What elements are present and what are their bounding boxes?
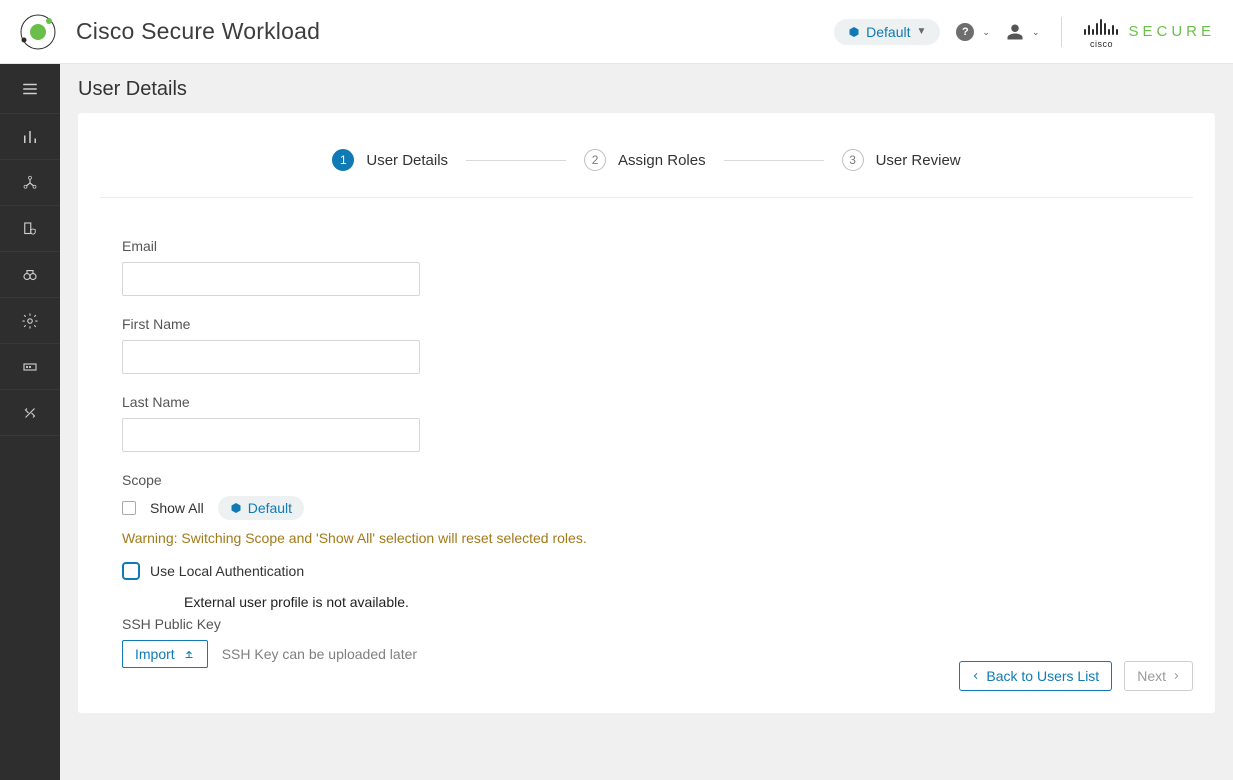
ssh-hint: SSH Key can be uploaded later <box>222 646 417 662</box>
cisco-bars-icon <box>1084 17 1118 35</box>
server-icon <box>21 358 39 376</box>
step-user-review[interactable]: 3 User Review <box>842 149 961 171</box>
sidebar-item-workloads[interactable] <box>0 206 60 252</box>
email-field[interactable] <box>122 262 420 296</box>
divider <box>1061 17 1062 47</box>
chevron-down-icon: ⌄ <box>1032 27 1040 38</box>
sidebar-item-topology[interactable] <box>0 160 60 206</box>
gear-icon <box>21 312 39 330</box>
wizard-stepper: 1 User Details 2 Assign Roles 3 User Rev… <box>100 149 1193 171</box>
first-name-field[interactable] <box>122 340 420 374</box>
back-button-label: Back to Users List <box>986 668 1099 684</box>
page-title: User Details <box>60 64 1233 113</box>
tools-icon <box>21 404 39 422</box>
sidebar-item-investigate[interactable] <box>0 252 60 298</box>
local-auth-checkbox[interactable] <box>122 562 140 580</box>
step-assign-roles[interactable]: 2 Assign Roles <box>584 149 706 171</box>
sidebar-item-settings[interactable] <box>0 298 60 344</box>
cisco-brand: cisco SECURE <box>1084 17 1215 46</box>
upload-icon <box>183 648 195 660</box>
scope-selector[interactable]: Default ▼ <box>834 19 940 45</box>
show-all-label: Show All <box>150 500 204 516</box>
chevron-down-icon: ▼ <box>916 26 926 37</box>
scope-warning: Warning: Switching Scope and 'Show All' … <box>122 530 722 546</box>
chevron-right-icon <box>1172 671 1180 681</box>
topology-icon <box>21 174 39 192</box>
step-connector <box>724 160 824 161</box>
hamburger-menu[interactable] <box>0 64 60 114</box>
cube-icon <box>230 502 242 514</box>
cube-icon <box>848 26 860 38</box>
app-logo <box>18 12 58 52</box>
sidebar-item-platform[interactable] <box>0 344 60 390</box>
chevron-left-icon <box>972 671 980 681</box>
email-label: Email <box>122 238 722 254</box>
content-card: 1 User Details 2 Assign Roles 3 User Rev… <box>78 113 1215 713</box>
first-name-label: First Name <box>122 316 722 332</box>
step-connector <box>466 160 566 161</box>
import-button-label: Import <box>135 646 175 662</box>
step-user-details[interactable]: 1 User Details <box>332 149 448 171</box>
user-menu[interactable]: ⌄ <box>1006 23 1040 41</box>
show-all-checkbox[interactable] <box>122 501 136 515</box>
scope-label: Scope <box>122 472 722 488</box>
step-number: 1 <box>332 149 354 171</box>
next-button-label: Next <box>1137 668 1166 684</box>
import-ssh-button[interactable]: Import <box>122 640 208 668</box>
scope-chip-label: Default <box>248 500 292 516</box>
divider <box>100 197 1193 198</box>
last-name-label: Last Name <box>122 394 722 410</box>
binoculars-icon <box>21 266 39 284</box>
back-to-users-button[interactable]: Back to Users List <box>959 661 1112 691</box>
card-footer: Back to Users List Next <box>959 661 1193 691</box>
main-content: User Details 1 User Details 2 Assign Rol… <box>60 64 1233 780</box>
help-icon: ? <box>956 23 974 41</box>
last-name-field[interactable] <box>122 418 420 452</box>
scope-chip[interactable]: Default <box>218 496 304 520</box>
ssh-key-label: SSH Public Key <box>122 616 722 632</box>
sidebar <box>0 64 60 780</box>
next-button[interactable]: Next <box>1124 661 1193 691</box>
step-number: 3 <box>842 149 864 171</box>
help-menu[interactable]: ? ⌄ <box>956 23 990 41</box>
external-profile-message: External user profile is not available. <box>184 594 722 610</box>
local-auth-label: Use Local Authentication <box>150 563 304 579</box>
app-title: Cisco Secure Workload <box>76 18 320 45</box>
step-label: User Review <box>876 152 961 169</box>
secure-text: SECURE <box>1128 23 1215 40</box>
sidebar-item-analytics[interactable] <box>0 114 60 160</box>
bar-chart-icon <box>21 128 39 146</box>
step-label: User Details <box>366 152 448 169</box>
app-header: Cisco Secure Workload Default ▼ ? ⌄ ⌄ ci… <box>0 0 1233 64</box>
step-number: 2 <box>584 149 606 171</box>
scope-selector-label: Default <box>866 24 910 40</box>
step-label: Assign Roles <box>618 152 706 169</box>
server-shield-icon <box>21 220 39 238</box>
sidebar-item-tools[interactable] <box>0 390 60 436</box>
cisco-text: cisco <box>1090 39 1113 49</box>
chevron-down-icon: ⌄ <box>982 27 990 38</box>
user-icon <box>1006 23 1024 41</box>
user-details-form: Email First Name Last Name Scope Show Al… <box>122 238 722 668</box>
